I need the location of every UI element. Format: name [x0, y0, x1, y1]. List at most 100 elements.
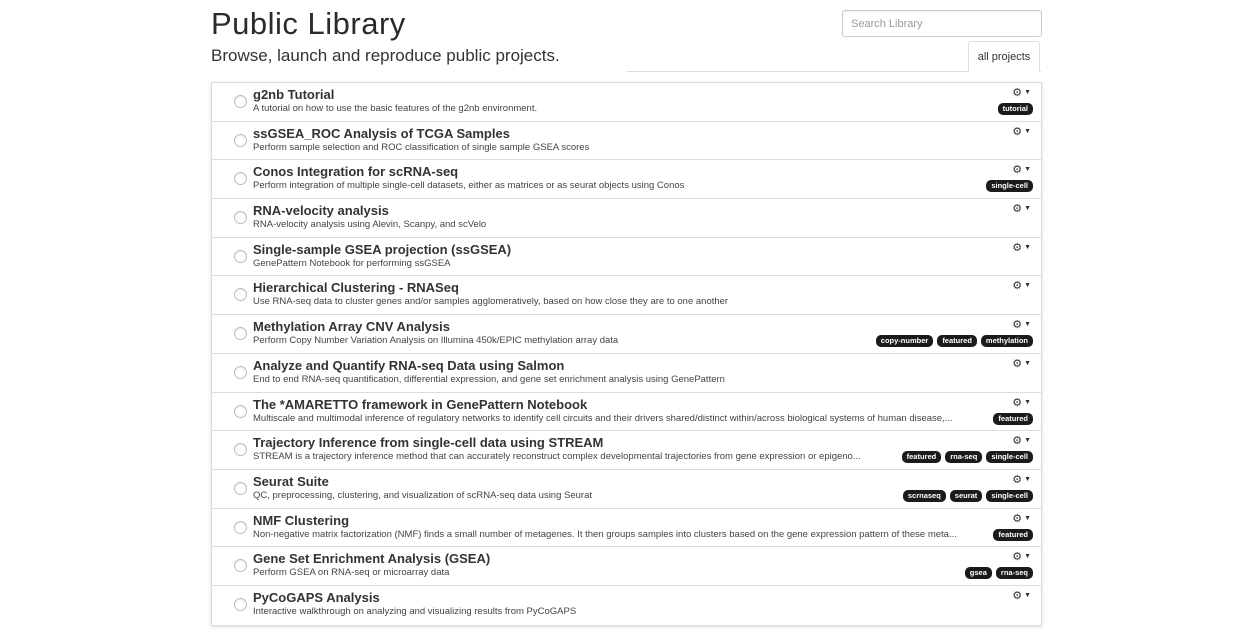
- tag-badge[interactable]: single-cell: [986, 489, 1033, 502]
- project-title[interactable]: Conos Integration for scRNA-seq: [253, 164, 458, 179]
- project-row[interactable]: ssGSEA_ROC Analysis of TCGA Samples Perfo…: [212, 121, 1041, 161]
- project-select-radio[interactable]: [234, 95, 247, 108]
- project-row[interactable]: g2nb Tutorial A tutorial on how to use th…: [212, 83, 1041, 122]
- caret-down-icon: ▼: [1024, 398, 1031, 406]
- project-title[interactable]: Trajectory Inference from single-cell da…: [253, 435, 603, 450]
- gear-icon: ⚙: [1012, 164, 1023, 177]
- tab-all-projects[interactable]: all projects: [968, 41, 1040, 72]
- project-tags: copy-number featured methylation: [875, 335, 1033, 348]
- project-options-dropdown[interactable]: ⚙ ▼: [1012, 473, 1031, 486]
- project-options-dropdown[interactable]: ⚙ ▼: [1012, 163, 1031, 176]
- caret-down-icon: ▼: [1024, 205, 1031, 213]
- project-title[interactable]: Analyze and Quantify RNA-seq Data using …: [253, 358, 564, 373]
- project-row[interactable]: Single-sample GSEA projection (ssGSEA) Ge…: [212, 237, 1041, 277]
- tag-badge[interactable]: copy-number: [875, 335, 934, 348]
- gear-icon: ⚙: [1012, 125, 1023, 138]
- project-select-radio[interactable]: [234, 327, 247, 341]
- project-row[interactable]: Seurat Suite QC, preprocessing, clusterin…: [212, 469, 1041, 509]
- project-row[interactable]: RNA-velocity analysis RNA-velocity analys…: [212, 199, 1041, 238]
- project-select-radio[interactable]: [234, 211, 247, 225]
- project-row[interactable]: Conos Integration for scRNA-seq Perform i…: [212, 160, 1041, 200]
- caret-down-icon: ▼: [1024, 89, 1031, 96]
- project-row[interactable]: Methylation Array CNV Analysis Perform Co…: [212, 315, 1041, 354]
- tag-badge[interactable]: single-cell: [986, 180, 1033, 193]
- project-select-radio[interactable]: [234, 288, 247, 302]
- project-title[interactable]: The *AMARETTO framework in GenePattern N…: [253, 397, 587, 412]
- tag-badge[interactable]: seurat: [949, 489, 983, 502]
- tag-badge[interactable]: tutorial: [997, 103, 1033, 115]
- project-options-dropdown[interactable]: ⚙ ▼: [1012, 202, 1031, 215]
- project-description: Use RNA-seq data to cluster genes and/or…: [253, 296, 729, 308]
- gear-icon: ⚙: [1012, 551, 1023, 564]
- project-title[interactable]: Gene Set Enrichment Analysis (GSEA): [253, 551, 490, 566]
- project-title[interactable]: Hierarchical Clustering - RNASeq: [253, 280, 459, 295]
- project-row[interactable]: PyCoGAPS Analysis Interactive walkthrough…: [212, 585, 1041, 625]
- project-options-dropdown[interactable]: ⚙ ▼: [1012, 434, 1031, 447]
- tag-badge[interactable]: methylation: [980, 335, 1033, 348]
- project-description: STREAM is a trajectory inference method …: [253, 451, 861, 463]
- tag-badge[interactable]: gsea: [964, 567, 992, 580]
- project-options-dropdown[interactable]: ⚙ ▼: [1012, 550, 1031, 563]
- project-tags: scrnaseq seurat single-cell: [902, 489, 1033, 502]
- project-select-radio[interactable]: [234, 133, 247, 147]
- project-options-dropdown[interactable]: ⚙ ▼: [1012, 318, 1031, 331]
- search-input[interactable]: [842, 10, 1042, 37]
- project-select-radio[interactable]: [234, 597, 247, 611]
- project-title[interactable]: ssGSEA_ROC Analysis of TCGA Samples: [253, 126, 510, 141]
- page-title: Public Library: [211, 6, 406, 41]
- project-options-dropdown[interactable]: ⚙ ▼: [1012, 279, 1031, 292]
- project-title[interactable]: Methylation Array CNV Analysis: [253, 319, 450, 334]
- project-select-radio[interactable]: [234, 520, 247, 534]
- caret-down-icon: ▼: [1024, 166, 1031, 174]
- project-title[interactable]: Single-sample GSEA projection (ssGSEA): [253, 242, 511, 257]
- project-options-dropdown[interactable]: ⚙ ▼: [1012, 512, 1031, 525]
- project-tags: featured: [993, 412, 1033, 425]
- project-select-radio[interactable]: [234, 559, 247, 573]
- gear-icon: ⚙: [1012, 589, 1023, 602]
- project-options-dropdown[interactable]: ⚙ ▼: [1012, 357, 1031, 370]
- tag-badge[interactable]: rna-seq: [945, 451, 983, 464]
- project-row[interactable]: Hierarchical Clustering - RNASeq Use RNA-…: [212, 276, 1041, 316]
- project-row[interactable]: NMF Clustering Non-negative matrix factor…: [212, 508, 1041, 548]
- project-description: QC, preprocessing, clustering, and visua…: [253, 489, 593, 501]
- project-options-dropdown[interactable]: ⚙ ▼: [1012, 396, 1031, 409]
- project-description: Interactive walkthrough on analyzing and…: [253, 605, 577, 617]
- tag-badge[interactable]: featured: [993, 528, 1033, 541]
- project-row[interactable]: Analyze and Quantify RNA-seq Data using …: [212, 353, 1041, 393]
- tag-badge[interactable]: scrnaseq: [902, 489, 946, 502]
- project-select-radio[interactable]: [234, 365, 247, 379]
- project-select-radio[interactable]: [234, 443, 247, 457]
- project-options-dropdown[interactable]: ⚙ ▼: [1012, 86, 1031, 99]
- project-select-radio[interactable]: [234, 249, 247, 263]
- project-title[interactable]: g2nb Tutorial: [253, 87, 334, 102]
- project-select-radio[interactable]: [234, 404, 247, 418]
- project-description: Perform sample selection and ROC classif…: [253, 141, 590, 153]
- tag-badge[interactable]: rna-seq: [995, 567, 1033, 580]
- tag-badge[interactable]: single-cell: [986, 451, 1033, 464]
- tag-badge[interactable]: featured: [901, 451, 942, 464]
- project-list: g2nb Tutorial A tutorial on how to use th…: [211, 82, 1042, 626]
- gear-icon: ⚙: [1012, 241, 1023, 254]
- project-title[interactable]: PyCoGAPS Analysis: [253, 590, 380, 605]
- project-description: RNA-velocity analysis using Alevin, Scan…: [253, 219, 487, 231]
- project-options-dropdown[interactable]: ⚙ ▼: [1012, 241, 1031, 254]
- project-row[interactable]: The *AMARETTO framework in GenePattern N…: [212, 392, 1041, 432]
- tag-badge[interactable]: featured: [937, 335, 977, 348]
- gear-icon: ⚙: [1012, 396, 1023, 409]
- tag-badge[interactable]: featured: [993, 412, 1033, 425]
- project-title[interactable]: RNA-velocity analysis: [253, 203, 389, 218]
- caret-down-icon: ▼: [1024, 437, 1031, 445]
- project-description: Perform integration of multiple single-c…: [253, 180, 685, 192]
- project-options-dropdown[interactable]: ⚙ ▼: [1012, 589, 1031, 602]
- caret-down-icon: ▼: [1024, 591, 1031, 599]
- project-description: Perform GSEA on RNA-seq or microarray da…: [253, 567, 450, 579]
- project-row[interactable]: Trajectory Inference from single-cell da…: [212, 431, 1041, 470]
- project-select-radio[interactable]: [234, 481, 247, 495]
- project-description: GenePattern Notebook for performing ssGS…: [253, 257, 451, 269]
- project-options-dropdown[interactable]: ⚙ ▼: [1012, 125, 1031, 138]
- project-title[interactable]: Seurat Suite: [253, 474, 329, 489]
- project-select-radio[interactable]: [234, 172, 247, 186]
- project-row[interactable]: Gene Set Enrichment Analysis (GSEA) Perfo…: [212, 547, 1041, 586]
- project-tags: featured: [993, 528, 1033, 541]
- project-title[interactable]: NMF Clustering: [253, 513, 349, 528]
